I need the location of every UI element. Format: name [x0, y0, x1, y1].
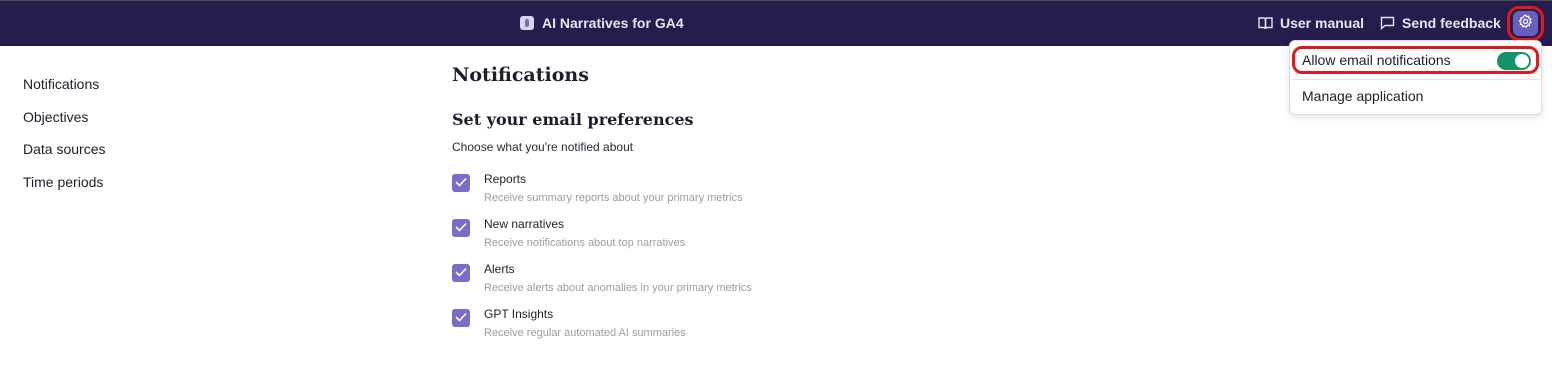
email-notifications-toggle[interactable] [1497, 52, 1531, 70]
new-narratives-label: New narratives [484, 217, 565, 231]
manage-application-item[interactable]: Manage application [1302, 88, 1423, 104]
sidebar-nav: Notifications Objectives Data sources Ti… [23, 75, 105, 205]
settings-button[interactable] [1513, 11, 1538, 36]
checkmark-icon [455, 264, 467, 282]
user-manual-label: User manual [1280, 15, 1365, 31]
allow-email-notifications-item[interactable]: Allow email notifications [1292, 46, 1539, 74]
section-description: Choose what you're notified about [452, 140, 634, 154]
sidebar-item-time-periods[interactable]: Time periods [23, 173, 105, 206]
page-title: Notifications [452, 64, 589, 86]
allow-email-notifications-label: Allow email notifications [1302, 52, 1451, 68]
option-alerts: Alerts Receive alerts about anomalies in… [452, 262, 752, 307]
gpt-insights-description: Receive regular automated AI summaries [484, 327, 686, 339]
new-narratives-checkbox[interactable] [452, 219, 470, 237]
alerts-description: Receive alerts about anomalies in your p… [484, 282, 752, 294]
reports-checkbox[interactable] [452, 174, 470, 192]
user-manual-link[interactable]: User manual [1258, 15, 1364, 31]
alerts-label: Alerts [484, 262, 515, 276]
menu-divider [1291, 79, 1540, 80]
option-reports: Reports Receive summary reports about yo… [452, 172, 752, 217]
option-gpt-insights: GPT Insights Receive regular automated A… [452, 307, 752, 352]
sidebar-item-notifications[interactable]: Notifications [23, 75, 105, 108]
main-content: Notifications Set your email preferences… [452, 64, 752, 352]
gpt-insights-checkbox[interactable] [452, 309, 470, 327]
send-feedback-link[interactable]: Send feedback [1380, 15, 1501, 31]
section-title: Set your email preferences [452, 110, 694, 129]
book-icon [1258, 16, 1273, 30]
option-new-narratives: New narratives Receive notifications abo… [452, 217, 752, 262]
toggle-knob [1515, 54, 1529, 68]
checkmark-icon [455, 219, 467, 237]
app-title-text: AI Narratives for GA4 [542, 15, 684, 31]
gpt-insights-label: GPT Insights [484, 307, 554, 321]
checkmark-icon [455, 309, 467, 327]
new-narratives-description: Receive notifications about top narrativ… [484, 237, 686, 249]
gear-icon [1518, 13, 1533, 34]
app-logo-icon [520, 16, 534, 30]
notification-options: Reports Receive summary reports about yo… [452, 172, 752, 352]
chat-bubble-icon [1380, 16, 1395, 30]
sidebar-item-data-sources[interactable]: Data sources [23, 140, 105, 173]
reports-label: Reports [484, 172, 527, 186]
sidebar-item-objectives[interactable]: Objectives [23, 108, 105, 141]
reports-description: Receive summary reports about your prima… [484, 192, 743, 204]
settings-button-highlight[interactable] [1507, 6, 1544, 41]
checkmark-icon [455, 174, 467, 192]
alerts-checkbox[interactable] [452, 264, 470, 282]
send-feedback-label: Send feedback [1402, 15, 1501, 31]
settings-menu: Allow email notifications Manage applica… [1289, 40, 1542, 115]
app-title: AI Narratives for GA4 [520, 15, 684, 31]
